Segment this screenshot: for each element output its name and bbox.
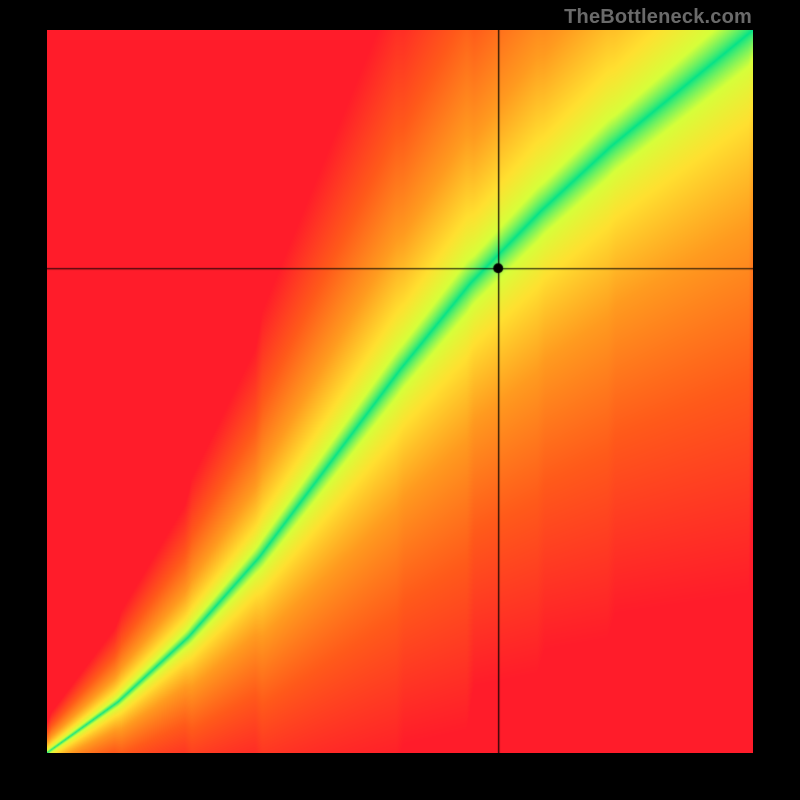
chart-container: TheBottleneck.com (0, 0, 800, 800)
heatmap-plot (47, 30, 753, 753)
heatmap-canvas (47, 30, 753, 753)
watermark-text: TheBottleneck.com (564, 6, 752, 29)
